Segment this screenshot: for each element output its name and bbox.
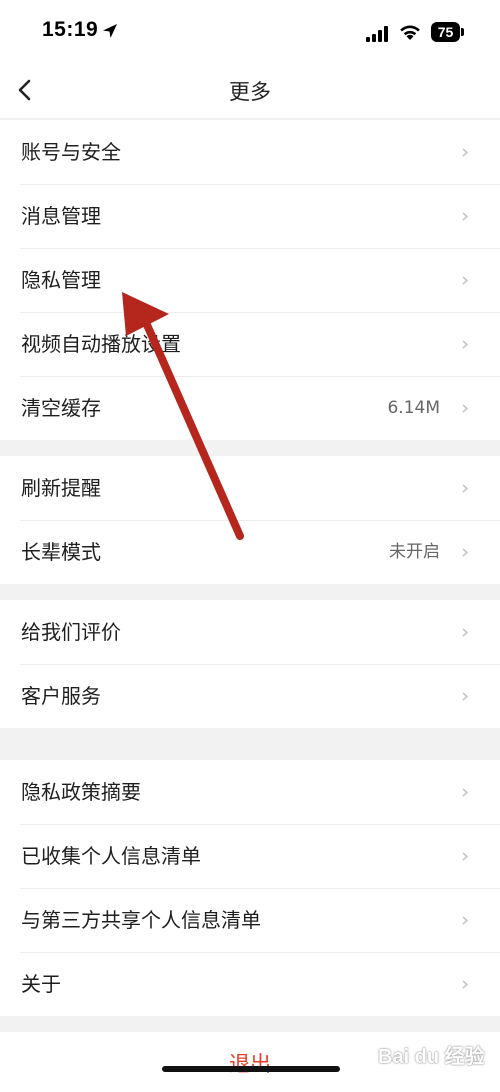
settings-row-third-party-sharing-list[interactable]: 与第三方共享个人信息清单 xyxy=(0,888,500,952)
baidu-watermark: Bai du 经验 xyxy=(378,1036,494,1072)
location-arrow-icon xyxy=(103,24,117,38)
row-label: 视频自动播放设置 xyxy=(21,332,181,356)
chevron-right-icon xyxy=(462,916,468,925)
chevron-right-icon xyxy=(462,980,468,989)
status-bar: 15:19 75 xyxy=(0,0,500,64)
row-label: 消息管理 xyxy=(21,204,101,228)
chevron-right-icon xyxy=(462,628,468,637)
chevron-right-icon xyxy=(462,276,468,285)
settings-row-refresh-reminder[interactable]: 刷新提醒 xyxy=(0,456,500,520)
settings-group-general: 账号与安全 消息管理 隐私管理 视频自动播放设置 清空缓存 6.14M xyxy=(0,120,500,440)
nav-bar: 更多 xyxy=(0,64,500,118)
settings-row-clear-cache[interactable]: 清空缓存 6.14M xyxy=(0,376,500,440)
settings-row-video-autoplay[interactable]: 视频自动播放设置 xyxy=(0,312,500,376)
chevron-right-icon xyxy=(462,692,468,701)
chevron-right-icon xyxy=(462,340,468,349)
home-indicator[interactable] xyxy=(162,1066,340,1072)
settings-row-about[interactable]: 关于 xyxy=(0,952,500,1016)
chevron-right-icon xyxy=(462,788,468,797)
settings-row-message-management[interactable]: 消息管理 xyxy=(0,184,500,248)
watermark-text: Bai du 经验 xyxy=(378,1046,485,1068)
row-label: 关于 xyxy=(21,972,61,996)
chevron-right-icon xyxy=(462,548,468,557)
row-label: 已收集个人信息清单 xyxy=(21,844,201,868)
wifi-icon xyxy=(400,25,420,40)
settings-group-feedback: 给我们评价 客户服务 xyxy=(0,600,500,728)
row-label: 长辈模式 xyxy=(21,540,101,564)
cellular-signal-icon xyxy=(366,26,388,42)
chevron-right-icon xyxy=(462,852,468,861)
row-label: 刷新提醒 xyxy=(21,476,101,500)
row-label: 隐私管理 xyxy=(21,268,101,292)
battery-tip xyxy=(461,28,464,36)
row-label: 与第三方共享个人信息清单 xyxy=(21,908,261,932)
settings-row-collected-info-list[interactable]: 已收集个人信息清单 xyxy=(0,824,500,888)
row-label: 给我们评价 xyxy=(21,620,121,644)
chevron-right-icon xyxy=(462,212,468,221)
settings-row-rate-us[interactable]: 给我们评价 xyxy=(0,600,500,664)
settings-row-customer-service[interactable]: 客户服务 xyxy=(0,664,500,728)
chevron-right-icon xyxy=(462,404,468,413)
page-title: 更多 xyxy=(229,80,271,104)
settings-group-legal: 隐私政策摘要 已收集个人信息清单 与第三方共享个人信息清单 关于 xyxy=(0,760,500,1016)
row-label: 隐私政策摘要 xyxy=(21,780,141,804)
elder-mode-status: 未开启 xyxy=(389,542,440,562)
battery-level: 75 xyxy=(437,24,454,40)
back-chevron-icon[interactable] xyxy=(8,72,44,108)
settings-row-privacy-management[interactable]: 隐私管理 xyxy=(0,248,500,312)
row-label: 清空缓存 xyxy=(21,396,101,420)
settings-row-privacy-policy-summary[interactable]: 隐私政策摘要 xyxy=(0,760,500,824)
row-label: 客户服务 xyxy=(21,684,101,708)
battery-icon: 75 xyxy=(431,22,465,42)
chevron-right-icon xyxy=(462,484,468,493)
cache-size-value: 6.14M xyxy=(387,398,440,418)
row-label: 账号与安全 xyxy=(21,140,121,164)
chevron-right-icon xyxy=(462,148,468,157)
status-time: 15:19 xyxy=(42,18,99,41)
settings-row-elder-mode[interactable]: 长辈模式 未开启 xyxy=(0,520,500,584)
settings-group-display: 刷新提醒 长辈模式 未开启 xyxy=(0,456,500,584)
settings-row-account-security[interactable]: 账号与安全 xyxy=(0,120,500,184)
